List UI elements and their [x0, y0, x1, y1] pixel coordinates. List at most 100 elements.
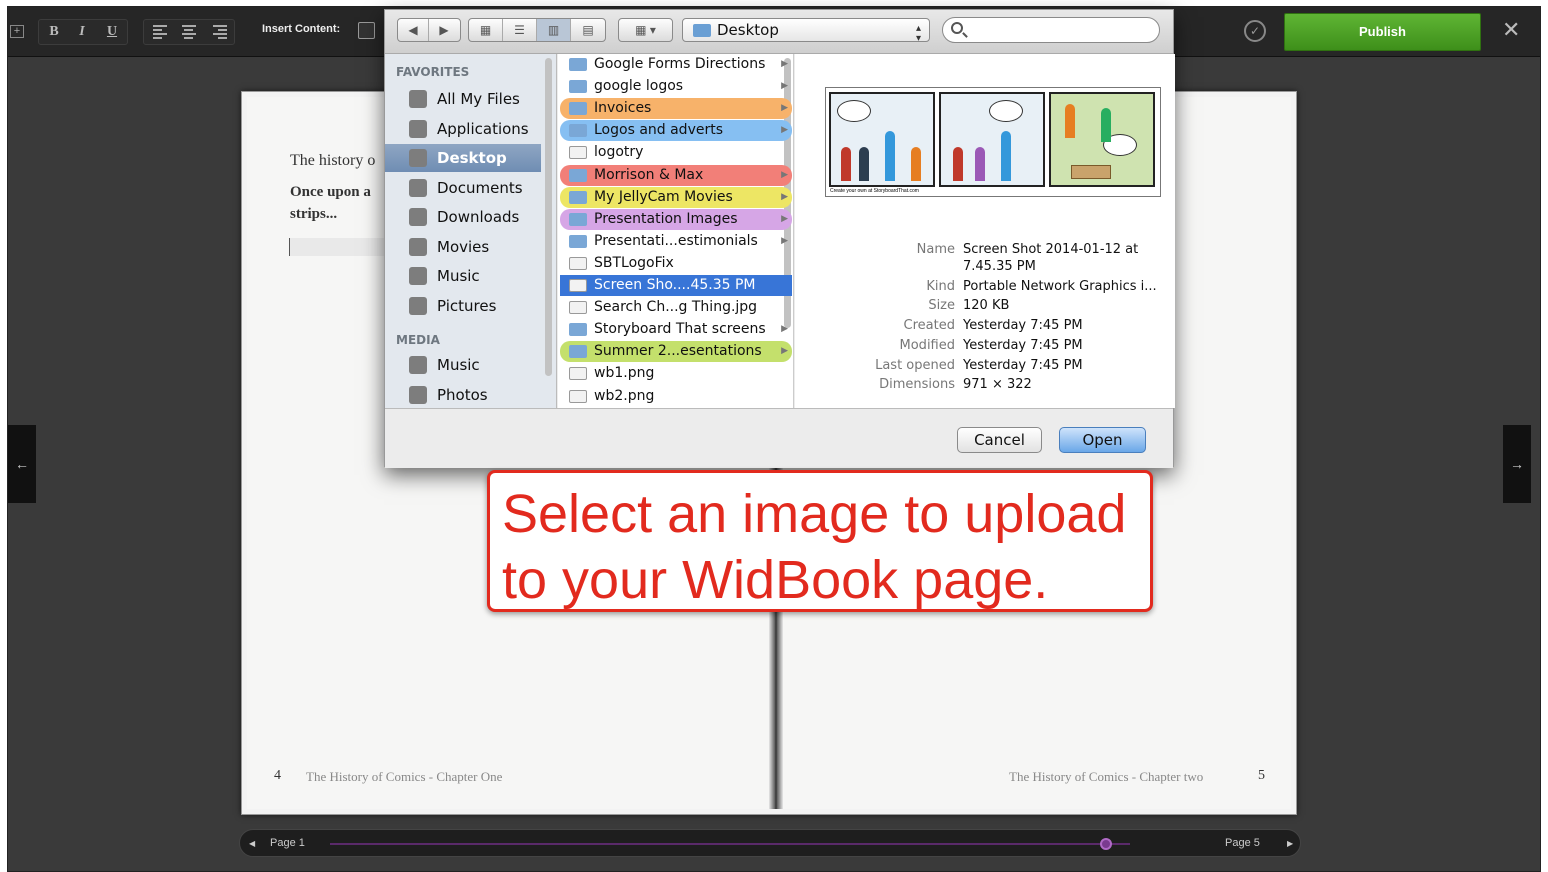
list-item[interactable]: Summer 2...esentations ▶ — [560, 341, 792, 363]
page-slider[interactable]: ◀ Page 1 Page 5 ▶ — [239, 829, 1301, 857]
insert-image-icon[interactable] — [358, 22, 375, 39]
bold-button[interactable]: B — [44, 21, 64, 43]
list-item[interactable]: Morrison & Max ▶ — [560, 164, 792, 186]
list-item[interactable]: google logos ▶ — [560, 76, 792, 97]
file-name: Presentation Images — [594, 210, 738, 227]
publish-button[interactable]: Publish — [1284, 13, 1481, 51]
list-item[interactable]: Presentation Images ▶ — [560, 208, 792, 230]
chevron-right-icon: ▶ — [781, 103, 788, 114]
finder-sidebar: FAVORITES All My Files Applications Deskto… — [385, 54, 557, 408]
folder-icon — [569, 102, 587, 116]
instruction-callout: Select an image to upload to your WidBoo… — [487, 470, 1153, 612]
sidebar-item-all-my-files[interactable]: All My Files — [385, 85, 541, 113]
applications-icon — [409, 119, 427, 138]
expand-icon[interactable]: + — [10, 25, 24, 38]
folder-icon — [569, 190, 587, 204]
sidebar-scrollbar[interactable] — [545, 58, 552, 376]
kid-figure — [953, 147, 963, 181]
search-input[interactable] — [942, 17, 1160, 43]
sidebar-item-label: Applications — [437, 119, 529, 138]
list-item[interactable]: Search Ch...g Thing.jpg — [560, 297, 792, 318]
cancel-button[interactable]: Cancel — [957, 427, 1042, 453]
chevron-right-icon: ▶ — [781, 81, 788, 92]
back-arrow-icon[interactable]: ◀ — [398, 19, 429, 41]
align-left-icon[interactable] — [153, 25, 167, 39]
open-button[interactable]: Open — [1059, 427, 1146, 453]
list-item[interactable]: wb1.png — [560, 363, 792, 384]
icon-view-icon[interactable]: ▦ — [469, 19, 503, 41]
left-page-body-line1[interactable]: Once upon a — [290, 184, 371, 201]
music-icon — [409, 356, 427, 374]
left-page-body-line2[interactable]: strips... — [290, 206, 337, 223]
file-name: Storyboard That screens — [594, 321, 766, 338]
slider-track[interactable] — [330, 843, 1130, 845]
prev-page-arrow-icon[interactable]: ← — [8, 425, 36, 503]
chevron-right-icon: ▶ — [781, 169, 788, 180]
sidebar-item-label: Desktop — [437, 149, 507, 167]
list-item[interactable]: SBTLogoFix — [560, 253, 792, 274]
list-item[interactable]: Screen Sho....45.35 PM — [560, 275, 792, 296]
chevron-right-icon: ▶ — [781, 213, 788, 224]
meta-key: Name — [916, 242, 955, 257]
file-icon — [569, 256, 587, 270]
slider-next-icon[interactable]: ▶ — [1287, 839, 1293, 848]
sidebar-item-label: Movies — [437, 237, 490, 256]
coverflow-view-icon[interactable]: ▤ — [571, 19, 605, 41]
underline-button[interactable]: U — [102, 21, 122, 43]
text-cursor-block[interactable] — [289, 238, 389, 256]
sidebar-item-applications[interactable]: Applications — [385, 115, 541, 143]
photos-icon — [409, 385, 427, 404]
desktop-icon — [409, 149, 427, 167]
align-right-icon[interactable] — [213, 25, 227, 39]
column-view-icon[interactable]: ▥ — [537, 19, 571, 41]
sidebar-media-music[interactable]: Music — [385, 351, 541, 379]
file-icon — [569, 367, 587, 381]
list-item[interactable]: wb2.png — [560, 386, 792, 407]
sidebar-item-desktop[interactable]: Desktop — [385, 144, 541, 172]
sidebar-item-documents[interactable]: Documents — [385, 174, 541, 202]
meta-value: 120 KB — [963, 298, 1010, 314]
file-name: Screen Sho....45.35 PM — [594, 277, 756, 293]
italic-button[interactable]: I — [72, 21, 92, 43]
folder-icon — [569, 212, 587, 226]
sidebar-item-label: Music — [437, 267, 480, 285]
file-name: google logos — [594, 78, 684, 95]
right-page-footer: The History of Comics - Chapter two — [1009, 769, 1204, 784]
list-item[interactable]: My JellyCam Movies ▶ — [560, 186, 792, 208]
list-item[interactable]: Presentati...estimonials ▶ — [560, 231, 792, 252]
sidebar-item-movies[interactable]: Movies — [385, 233, 541, 261]
left-page-title[interactable]: The history o — [290, 152, 375, 170]
slider-start-label: Page 1 — [270, 837, 305, 849]
close-icon[interactable]: ✕ — [1502, 17, 1520, 43]
file-name: SBTLogoFix — [594, 254, 674, 271]
arrange-dropdown[interactable]: ▦ ▾ — [618, 18, 673, 42]
list-item[interactable]: Google Forms Directions ▶ — [560, 54, 792, 75]
file-name: Summer 2...esentations — [594, 343, 762, 360]
file-name: Morrison & Max — [594, 166, 704, 183]
file-name: wb1.png — [594, 365, 655, 382]
location-dropdown[interactable]: Desktop ▴ ▾ — [682, 18, 930, 44]
comic-panel-2 — [939, 92, 1045, 187]
next-page-arrow-icon[interactable]: → — [1503, 425, 1531, 503]
sidebar-item-downloads[interactable]: Downloads — [385, 203, 541, 231]
location-label: Desktop — [717, 21, 779, 39]
slider-knob[interactable] — [1100, 838, 1112, 850]
meta-key: Created — [903, 318, 955, 334]
meta-value: 971 × 322 — [963, 377, 1032, 393]
checkmark-icon[interactable]: ✓ — [1244, 20, 1266, 42]
file-name: logotry — [594, 144, 644, 161]
arrange-icon: ▦ ▾ — [635, 23, 656, 37]
sidebar-item-music[interactable]: Music — [385, 262, 541, 290]
align-center-icon[interactable] — [182, 25, 196, 39]
left-page-number: 4 — [274, 768, 281, 783]
list-item[interactable]: logotry — [560, 142, 792, 163]
sidebar-item-pictures[interactable]: Pictures — [385, 292, 541, 320]
sidebar-item-label: Pictures — [437, 296, 497, 315]
list-item[interactable]: Logos and adverts ▶ — [560, 120, 792, 142]
sidebar-media-photos[interactable]: Photos — [385, 381, 541, 409]
forward-arrow-icon[interactable]: ▶ — [429, 19, 459, 41]
list-item[interactable]: Invoices ▶ — [560, 98, 792, 120]
list-view-icon[interactable]: ☰ — [503, 19, 537, 41]
list-item[interactable]: Storyboard That screens ▶ — [560, 319, 792, 340]
slider-prev-icon[interactable]: ◀ — [249, 839, 255, 848]
